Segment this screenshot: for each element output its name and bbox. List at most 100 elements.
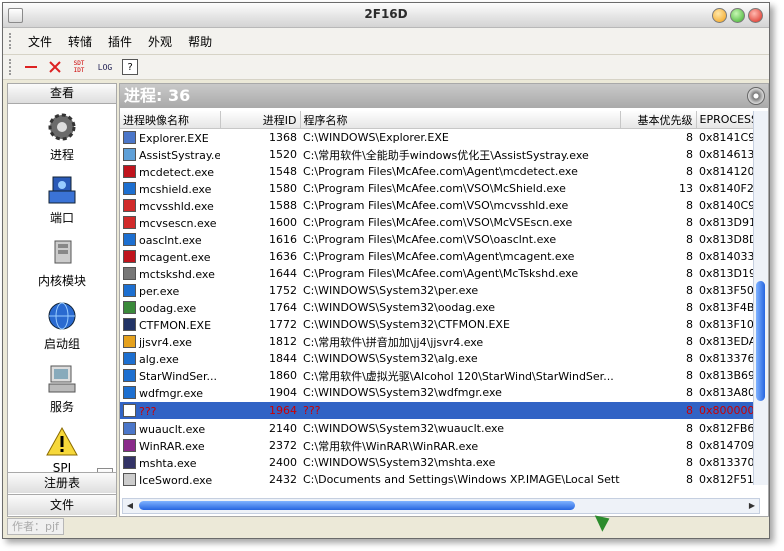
view-item-kernel-modules[interactable]: 内核模块	[8, 236, 116, 289]
column-header-program-name[interactable]: 程序名称	[300, 111, 621, 129]
table-row[interactable]: StarWindSer... 1860 C:\常用软件\虚拟光驱\Alcohol 1…	[120, 367, 768, 384]
window-controls	[712, 8, 763, 23]
menu-file[interactable]: 文件	[20, 33, 60, 50]
table-header-row: 进程映像名称 进程ID 程序名称 基本优先级 EPROCESS	[120, 111, 768, 129]
cell-eprocess-text: 0x8140F28	[699, 182, 761, 195]
cell-program-name-text: C:\常用软件\拼音加加\jj4\jjsvr4.exe	[303, 335, 484, 349]
table-row[interactable]: mcdetect.exe 1548 C:\Program Files\McAfee.…	[120, 163, 768, 180]
process-icon	[123, 403, 136, 417]
cell-program-name: C:\WINDOWS\System32\per.exe	[300, 282, 620, 299]
cell-program-name: C:\WINDOWS\System32\mshta.exe	[300, 454, 620, 471]
menu-grip[interactable]	[9, 33, 14, 49]
table-row[interactable]: per.exe 1752 C:\WINDOWS\System32\per.exe 8 0…	[120, 282, 768, 299]
table-row[interactable]: mcagent.exe 1636 C:\Program Files\McAfee.c…	[120, 248, 768, 265]
gear-icon	[45, 110, 79, 144]
column-header-image-name[interactable]: 进程映像名称	[120, 111, 221, 129]
cell-program-name-text: C:\WINDOWS\System32\wuauclt.exe	[303, 422, 504, 435]
table-row[interactable]: WinRAR.exe 2372 C:\常用软件\WinRAR\WinRAR.exe 8…	[120, 437, 768, 454]
table-row[interactable]: mshta.exe 2400 C:\WINDOWS\System32\mshta.e…	[120, 454, 768, 471]
registry-button[interactable]: 注册表	[8, 472, 116, 493]
cell-image-name: StarWindSer...	[120, 367, 220, 384]
cell-image-name: mshta.exe	[120, 454, 220, 471]
cell-priority-text: 8	[686, 131, 693, 144]
cell-image-name: AssistSystray.e	[120, 146, 220, 163]
help-icon[interactable]: ?	[122, 59, 138, 75]
file-button[interactable]: 文件	[8, 494, 116, 515]
cell-priority-text: 8	[686, 233, 693, 246]
cell-pid: 1860	[220, 367, 300, 384]
table-row[interactable]: mcvsescn.exe 1600 C:\Program Files\McAfee.…	[120, 214, 768, 231]
table-row[interactable]: Explorer.EXE 1368 C:\WINDOWS\Explorer.EXE 8…	[120, 129, 768, 147]
cell-priority-text: 8	[686, 386, 693, 399]
cell-program-name-text: C:\WINDOWS\System32\wdfmgr.exe	[303, 386, 502, 399]
table-row[interactable]: wdfmgr.exe 1904 C:\WINDOWS\System32\wdfmgr…	[120, 384, 768, 402]
cell-program-name-text: C:\Documents and Settings\Windows XP.IMA…	[303, 473, 620, 486]
process-icon	[123, 385, 136, 399]
title-bar[interactable]: 2F16D	[3, 3, 769, 28]
view-item-label: 端口	[49, 211, 74, 225]
menu-appearance[interactable]: 外观	[140, 33, 180, 50]
cell-image-name: WinRAR.exe	[120, 437, 220, 454]
cell-image-name: mcdetect.exe	[120, 163, 220, 180]
table-row[interactable]: mcvsshld.exe 1588 C:\Program Files\McAfee.…	[120, 197, 768, 214]
process-icon	[123, 472, 136, 486]
cell-program-name-text: C:\WINDOWS\System32\oodag.exe	[303, 301, 496, 314]
cell-pid-text: 1772	[269, 318, 297, 331]
view-item-process[interactable]: 进程	[8, 110, 116, 163]
vertical-scroll-thumb[interactable]	[756, 281, 765, 401]
minus-icon[interactable]	[22, 58, 40, 76]
vertical-scrollbar[interactable]	[753, 111, 768, 485]
table-row[interactable]: oasclnt.exe 1616 C:\Program Files\McAfee.c…	[120, 231, 768, 248]
minimize-button[interactable]	[712, 8, 727, 23]
sdt-button[interactable]: SDT IDT	[70, 58, 88, 76]
cell-pid-text: 1764	[269, 301, 297, 314]
table-row[interactable]: alg.exe 1844 C:\WINDOWS\System32\alg.exe 8 0…	[120, 350, 768, 367]
cell-pid: 1764	[220, 299, 300, 316]
table-row[interactable]: mcshield.exe 1580 C:\Program Files\McAfee.…	[120, 180, 768, 197]
scroll-right-icon[interactable]: ▶	[745, 499, 759, 513]
view-item-startup[interactable]: 启动组	[8, 299, 116, 352]
column-header-pid[interactable]: 进程ID	[220, 111, 301, 129]
cell-program-name-text: C:\WINDOWS\System32\per.exe	[303, 284, 479, 297]
cell-pid-text: 1580	[269, 182, 297, 195]
toolbar-grip[interactable]	[9, 59, 14, 75]
column-header-priority[interactable]: 基本优先级	[620, 111, 697, 129]
menu-dump[interactable]: 转储	[60, 33, 100, 50]
cell-pid-text: 1644	[269, 267, 297, 280]
table-row[interactable]: jjsvr4.exe 1812 C:\常用软件\拼音加加\jj4\jjsvr4.ex…	[120, 333, 768, 350]
log-button[interactable]: LOG	[94, 58, 116, 76]
cell-pid-text: 2400	[269, 456, 297, 469]
cell-priority-text: 13	[679, 182, 693, 195]
close-button[interactable]	[748, 8, 763, 23]
table-row[interactable]: IceSword.exe 2432 C:\Documents and Setting…	[120, 471, 768, 488]
delete-icon[interactable]	[46, 58, 64, 76]
table-row[interactable]: wuauclt.exe 2140 C:\WINDOWS\System32\wuauc…	[120, 420, 768, 438]
cell-pid-text: 1548	[269, 165, 297, 178]
cell-image-name: mcagent.exe	[120, 248, 220, 265]
horizontal-scrollbar[interactable]: ◀ ▶	[122, 498, 760, 514]
horizontal-scroll-thumb[interactable]	[139, 501, 575, 510]
menu-help[interactable]: 帮助	[180, 33, 220, 50]
scroll-left-icon[interactable]: ◀	[123, 499, 137, 513]
refresh-icon[interactable]	[747, 87, 765, 105]
cell-eprocess-text: 0x8140C9(	[699, 199, 760, 212]
table-row[interactable]: CTFMON.EXE 1772 C:\WINDOWS\System32\CTFMON…	[120, 316, 768, 333]
view-item-port[interactable]: 端口	[8, 173, 116, 226]
cell-pid-text: 1600	[269, 216, 297, 229]
cell-image-name-text: mshta.exe	[139, 456, 197, 470]
view-header: 查看	[8, 84, 116, 104]
cell-eprocess-text: 0x813D91	[699, 216, 756, 229]
table-row[interactable]: mctskshd.exe 1644 C:\Program Files\McAfee.…	[120, 265, 768, 282]
table-row[interactable]: ??? 1964??? 8 0x8000000	[120, 401, 768, 420]
cell-image-name: oodag.exe	[120, 299, 220, 316]
cell-program-name: C:\常用软件\拼音加加\jj4\jjsvr4.exe	[300, 333, 620, 350]
cell-priority: 8	[620, 401, 696, 420]
author-label: 作者：pjf	[7, 518, 64, 535]
view-item-services[interactable]: 服务	[8, 362, 116, 415]
table-row[interactable]: AssistSystray.e 1520 C:\常用软件\全能助手windows优化…	[120, 146, 768, 163]
cell-pid-text: 1520	[269, 148, 297, 161]
menu-plugins[interactable]: 插件	[100, 33, 140, 50]
process-count-bar: 进程: 36	[120, 84, 768, 108]
table-row[interactable]: oodag.exe 1764 C:\WINDOWS\System32\oodag.e…	[120, 299, 768, 316]
maximize-button[interactable]	[730, 8, 745, 23]
